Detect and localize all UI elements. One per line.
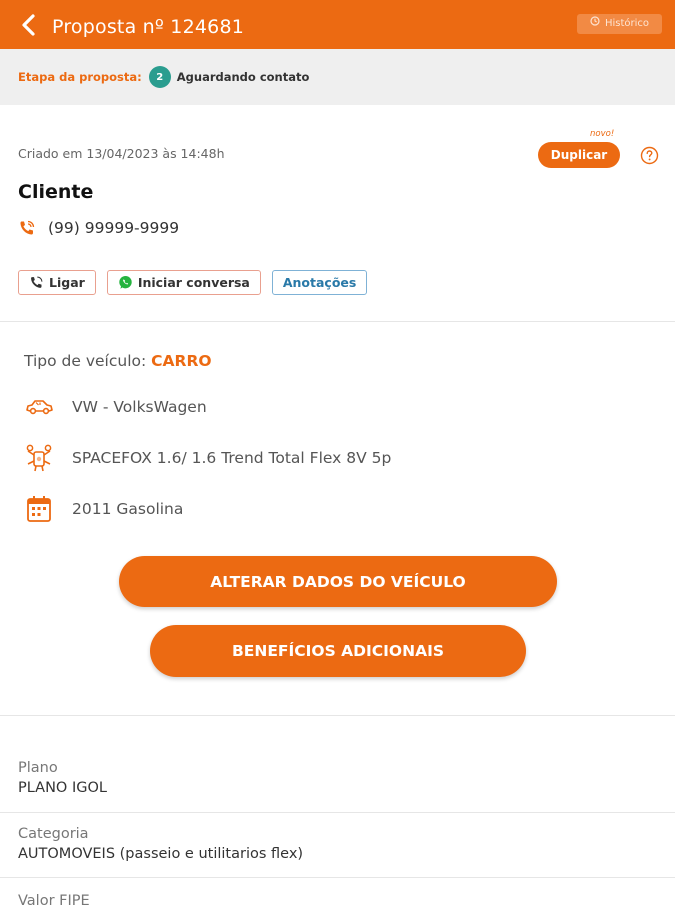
stage-number-badge: 2 [148, 66, 171, 88]
vehicle-model: SPACEFOX 1.6/ 1.6 Trend Total Flex 8V 5p [72, 449, 392, 467]
client-phone: (99) 99999-9999 [48, 219, 180, 237]
notes-button[interactable]: Anotações [271, 270, 368, 295]
new-badge: novo! [590, 129, 615, 139]
call-button[interactable]: Ligar [18, 270, 96, 295]
page-title: Proposta nº 124681 [52, 16, 245, 38]
vehicle-model-row: SPACEFOX 1.6/ 1.6 Trend Total Flex 8V 5p [24, 443, 391, 473]
duplicate-button[interactable]: Duplicar [538, 142, 620, 168]
vehicle-brand-row: VW - VolksWagen [24, 392, 207, 422]
call-label: Ligar [49, 275, 85, 290]
divider [0, 812, 675, 813]
phone-ringing-icon [18, 219, 36, 237]
history-button[interactable]: Histórico [576, 14, 662, 34]
vehicle-year: 2011 Gasolina [72, 500, 184, 518]
client-name: Cliente [18, 181, 94, 203]
vehicle-year-row: 2011 Gasolina [24, 494, 183, 524]
proposal-stage-bar: Etapa da proposta: 2 Aguardando contato [0, 49, 675, 105]
vehicle-type: Tipo de veículo: CARRO [24, 352, 212, 370]
plan-label: Plano [18, 760, 58, 776]
engine-icon [24, 443, 54, 473]
start-chat-label: Iniciar conversa [137, 275, 250, 290]
clock-icon [590, 14, 600, 34]
divider [0, 877, 675, 878]
divider [0, 715, 675, 716]
start-chat-button[interactable]: Iniciar conversa [106, 270, 261, 295]
phone-icon [29, 275, 44, 290]
category-label: Categoria [18, 826, 89, 842]
category-value: AUTOMOVEIS (passeio e utilitarios flex) [18, 846, 304, 862]
contact-actions: Ligar Iniciar conversa Anotações [18, 270, 368, 295]
divider [0, 321, 675, 322]
created-date: Criado em 13/04/2023 às 14:48h [18, 146, 225, 161]
vehicle-brand: VW - VolksWagen [72, 398, 207, 416]
vehicle-type-value: CARRO [151, 352, 212, 370]
whatsapp-icon [118, 275, 133, 290]
fipe-label: Valor FIPE [18, 893, 90, 909]
vehicle-type-label: Tipo de veículo: [24, 352, 147, 370]
extra-benefits-button[interactable]: BENEFÍCIOS ADICIONAIS [150, 625, 526, 677]
calendar-icon [24, 494, 54, 524]
help-icon[interactable] [640, 146, 659, 165]
edit-vehicle-button[interactable]: ALTERAR DADOS DO VEÍCULO [119, 556, 557, 607]
car-icon [24, 392, 54, 422]
history-label: Histórico [604, 18, 649, 29]
top-app-bar: Proposta nº 124681 Histórico [0, 0, 675, 49]
back-arrow-icon[interactable] [18, 11, 42, 39]
stage-label: Etapa da proposta: [18, 70, 142, 84]
plan-value: PLANO IGOL [18, 780, 107, 796]
stage-status: Aguardando contato [176, 70, 310, 84]
